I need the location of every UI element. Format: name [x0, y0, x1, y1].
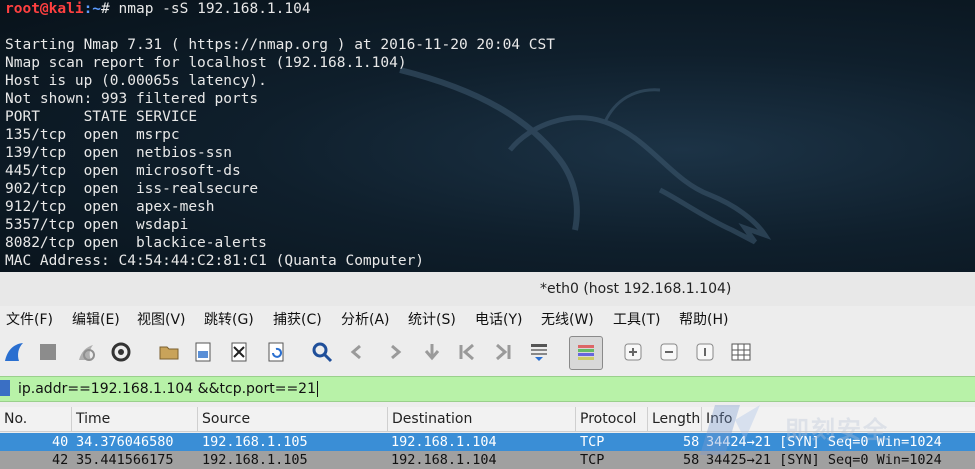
menu-view[interactable]: 视图(V) [137, 309, 186, 329]
stop-capture-icon[interactable] [36, 340, 60, 364]
cell-no: 42 [52, 452, 69, 468]
restart-capture-icon[interactable] [74, 340, 98, 364]
cell-time: 34.376046580 [76, 434, 174, 450]
capture-options-icon[interactable] [109, 340, 133, 364]
terminal-command: nmap -sS 192.168.1.104 [118, 1, 311, 17]
cell-length: 58 [683, 434, 700, 450]
menu-analyze[interactable]: 分析(A) [341, 309, 390, 329]
terminal-window[interactable]: root@kali:~# nmap -sS 192.168.1.104 Star… [0, 0, 975, 272]
kali-dragon-logo [399, 67, 772, 245]
prompt-symbol: # [101, 1, 119, 17]
reload-file-icon[interactable] [264, 340, 288, 364]
cell-destination: 192.168.1.104 [391, 452, 497, 468]
normal-size-icon[interactable] [693, 340, 717, 364]
save-file-icon[interactable] [191, 340, 215, 364]
terminal-output-line: PORT STATE SERVICE [5, 109, 198, 125]
prompt-path: :~ [83, 1, 102, 17]
terminal-output-line: Host is up (0.00065s latency). [5, 73, 267, 89]
column-header-time[interactable]: Time [72, 407, 198, 431]
column-header-source[interactable]: Source [198, 407, 388, 431]
resize-columns-icon[interactable] [729, 340, 753, 364]
terminal-output-line: 902/tcp open iss-realsecure [5, 181, 259, 197]
display-filter-input[interactable]: ip.addr==192.168.1.104 &&tcp.port==21 [18, 377, 318, 401]
cell-source: 192.168.1.105 [202, 434, 308, 450]
terminal-output-line: 8082/tcp open blackice-alerts [5, 235, 267, 251]
prompt-user: root@kali [5, 1, 84, 17]
menu-capture[interactable]: 捕获(C) [273, 309, 322, 329]
wireshark-window: *eth0 (host 192.168.1.104) 文件(F) 编辑(E) 视… [0, 272, 975, 469]
cell-length: 58 [683, 452, 700, 468]
display-filter-text: ip.addr==192.168.1.104 &&tcp.port==21 [18, 381, 316, 397]
menu-wireless[interactable]: 无线(W) [541, 309, 594, 329]
terminal-output-line: Starting Nmap 7.31 ( https://nmap.org ) … [5, 37, 555, 53]
find-packet-icon[interactable] [310, 340, 334, 364]
text-caret [317, 381, 318, 397]
colorize-icon[interactable] [569, 336, 603, 370]
zoom-out-icon[interactable] [657, 340, 681, 364]
zoom-in-icon[interactable] [621, 340, 645, 364]
column-header-info[interactable]: Info [702, 407, 975, 431]
terminal-output-line: 912/tcp open apex-mesh [5, 199, 215, 215]
menu-telephony[interactable]: 电话(Y) [475, 309, 522, 329]
menu-file[interactable]: 文件(F) [6, 309, 53, 329]
auto-scroll-icon[interactable] [527, 340, 551, 364]
cell-time: 35.441566175 [76, 452, 174, 468]
shark-fin-start-icon[interactable] [2, 340, 26, 364]
window-title: *eth0 (host 192.168.1.104) [540, 281, 732, 297]
go-back-icon[interactable] [345, 340, 369, 364]
menu-go[interactable]: 跳转(G) [204, 309, 254, 329]
go-to-packet-icon[interactable] [420, 340, 444, 364]
cell-no: 40 [52, 434, 69, 450]
menu-bar: 文件(F) 编辑(E) 视图(V) 跳转(G) 捕获(C) 分析(A) 统计(S… [0, 306, 975, 332]
packet-row-selected[interactable]: 40 34.376046580 192.168.1.105 192.168.1.… [0, 433, 975, 451]
menu-tools[interactable]: 工具(T) [613, 309, 660, 329]
terminal-output-line: 445/tcp open microsoft-ds [5, 163, 241, 179]
column-header-no[interactable]: No. [0, 407, 72, 431]
terminal-output-line: Nmap scan report for localhost (192.168.… [5, 55, 407, 71]
main-toolbar [0, 334, 975, 370]
cell-protocol: TCP [580, 434, 605, 450]
terminal-output-line: 5357/tcp open wsdapi [5, 217, 189, 233]
cell-info: 34425→21 [SYN] Seq=0 Win=1024 [706, 452, 942, 468]
terminal-output-line: 139/tcp open netbios-ssn [5, 145, 232, 161]
column-header-destination[interactable]: Destination [388, 407, 576, 431]
packet-row[interactable]: 42 35.441566175 192.168.1.105 192.168.1.… [0, 451, 975, 469]
window-titlebar[interactable]: *eth0 (host 192.168.1.104) [0, 272, 975, 306]
open-file-icon[interactable] [157, 340, 181, 364]
first-packet-icon[interactable] [456, 340, 480, 364]
terminal-output-line: Not shown: 993 filtered ports [5, 91, 259, 107]
menu-help[interactable]: 帮助(H) [679, 309, 728, 329]
cell-source: 192.168.1.105 [202, 452, 308, 468]
column-header-protocol[interactable]: Protocol [576, 407, 648, 431]
cell-info: 34424→21 [SYN] Seq=0 Win=1024 [706, 434, 942, 450]
menu-edit[interactable]: 编辑(E) [72, 309, 120, 329]
display-filter-bar: ip.addr==192.168.1.104 &&tcp.port==21 [0, 376, 975, 402]
go-forward-icon[interactable] [383, 340, 407, 364]
last-packet-icon[interactable] [490, 340, 514, 364]
menu-statistics[interactable]: 统计(S) [408, 309, 456, 329]
terminal-output-line: 135/tcp open msrpc [5, 127, 180, 143]
column-header-length[interactable]: Length [648, 407, 702, 431]
cell-destination: 192.168.1.104 [391, 434, 497, 450]
close-file-icon[interactable] [227, 340, 251, 364]
cell-protocol: TCP [580, 452, 605, 468]
packet-list-header: No. Time Source Destination Protocol Len… [0, 407, 975, 432]
terminal-output-line: MAC Address: C4:54:44:C2:81:C1 (Quanta C… [5, 253, 425, 269]
filter-bookmark-icon[interactable] [0, 380, 10, 396]
terminal-prompt-line: root@kali:~# nmap -sS 192.168.1.104 [5, 0, 311, 18]
